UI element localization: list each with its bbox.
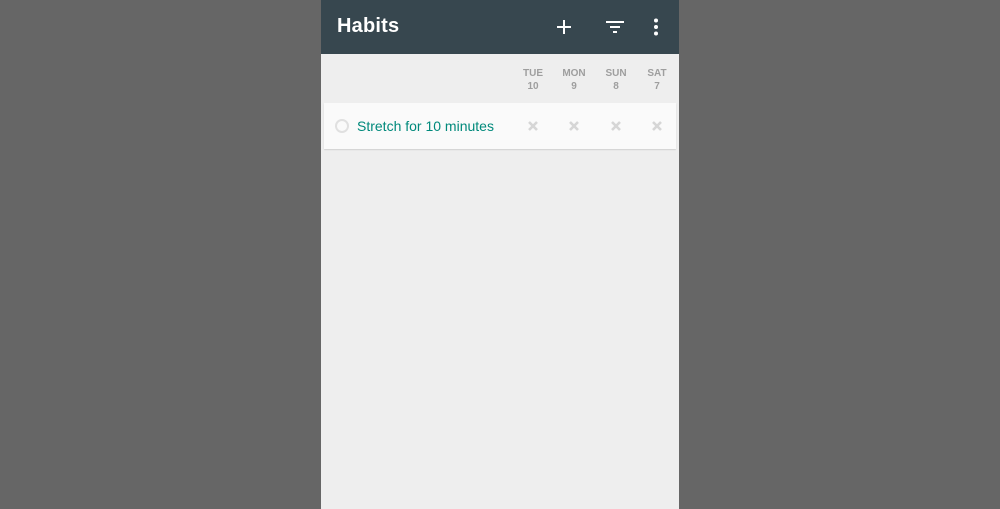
day-column-header: MON 9	[554, 67, 594, 93]
unchecked-x-icon	[611, 121, 621, 131]
filter-icon	[606, 21, 624, 33]
toolbar: Habits	[321, 0, 679, 54]
add-habit-button[interactable]	[549, 12, 579, 42]
plus-icon	[557, 20, 571, 34]
weekday-label: SUN	[605, 68, 627, 79]
more-options-button[interactable]	[641, 12, 671, 42]
unchecked-x-icon	[652, 121, 662, 131]
more-vert-icon	[654, 18, 658, 36]
date-label: 9	[571, 81, 577, 92]
habit-name: Stretch for 10 minutes	[357, 118, 494, 134]
date-label: 7	[654, 81, 660, 92]
day-column-header: SAT 7	[637, 67, 677, 93]
date-label: 10	[527, 81, 539, 92]
filter-button[interactable]	[600, 12, 630, 42]
checkmark-cell[interactable]	[637, 116, 677, 136]
page-title: Habits	[337, 15, 400, 37]
checkmark-cell[interactable]	[596, 116, 636, 136]
app-screen: Habits TUE 10 MON 9 SUN 8 SAT 7 Stretch for …	[321, 0, 679, 509]
checkmark-cell[interactable]	[554, 116, 594, 136]
habit-card[interactable]: Stretch for 10 minutes	[324, 103, 676, 149]
weekday-label: MON	[562, 68, 586, 79]
day-column-header: SUN 8	[596, 67, 636, 93]
date-label: 8	[613, 81, 619, 92]
unchecked-x-icon	[528, 121, 538, 131]
unchecked-x-icon	[569, 121, 579, 131]
checkmark-cell[interactable]	[513, 116, 553, 136]
weekday-label: TUE	[523, 68, 543, 79]
habit-score-ring-icon	[335, 119, 349, 133]
day-header: TUE 10 MON 9 SUN 8 SAT 7	[321, 54, 679, 102]
day-column-header: TUE 10	[513, 67, 553, 93]
weekday-label: SAT	[647, 68, 667, 79]
